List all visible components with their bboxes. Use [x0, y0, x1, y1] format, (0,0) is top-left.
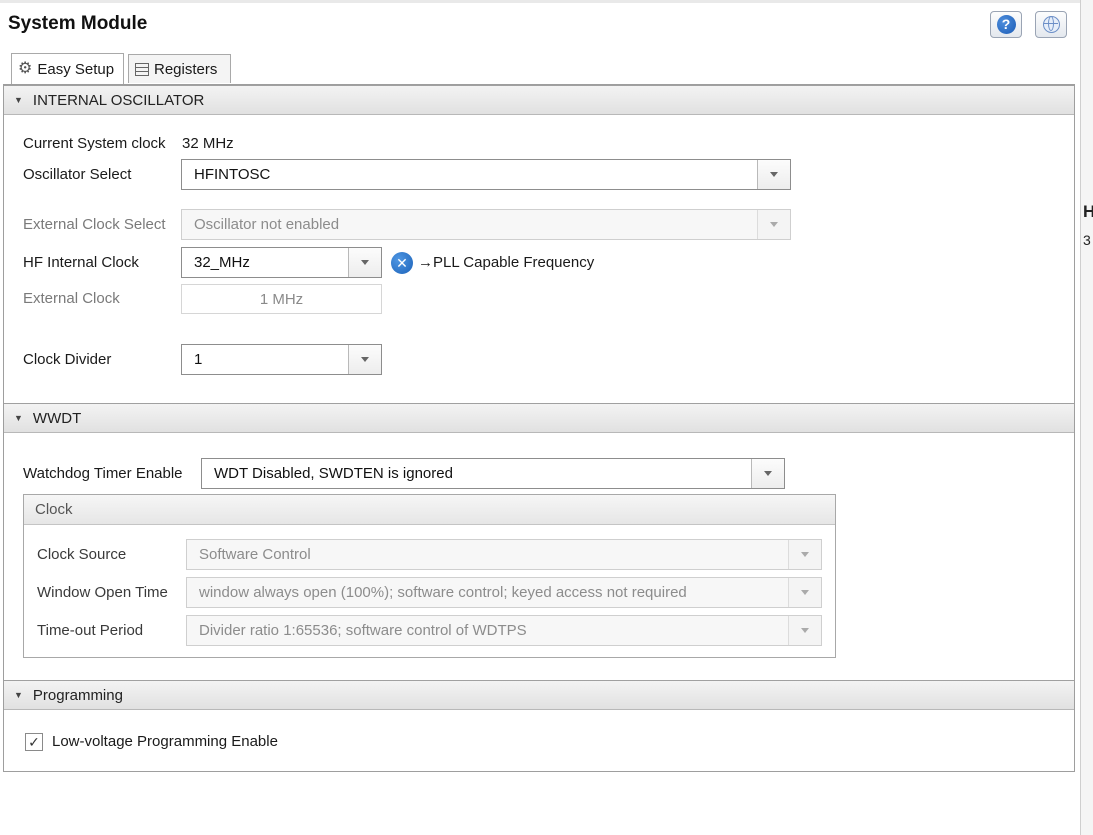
- section-header-internal-oscillator[interactable]: ▼ INTERNAL OSCILLATOR: [4, 85, 1074, 115]
- clock-group-title: Clock: [35, 501, 73, 518]
- timeout-period-value: Divider ratio 1:65536; software control …: [199, 622, 527, 639]
- current-system-clock-label: Current System clock: [23, 135, 166, 152]
- help-icon: ?: [996, 15, 1016, 34]
- web-help-button[interactable]: [1035, 11, 1067, 38]
- section-header-programming[interactable]: ▼ Programming: [4, 680, 1074, 710]
- watchdog-timer-enable-dropdown[interactable]: WDT Disabled, SWDTEN is ignored: [201, 458, 785, 489]
- external-clock-label: External Clock: [23, 290, 120, 307]
- tab-easy-setup-label: Easy Setup: [37, 60, 115, 78]
- clock-source-dropdown: Software Control: [186, 539, 822, 570]
- external-clock-select-label: External Clock Select: [23, 216, 166, 233]
- low-voltage-programming-checkbox[interactable]: ✓: [25, 733, 43, 751]
- oscillator-select-value: HFINTOSC: [194, 166, 271, 183]
- check-icon: ✓: [28, 734, 40, 750]
- current-system-clock-value: 32 MHz: [182, 135, 234, 152]
- tab-registers-label: Registers: [154, 60, 218, 78]
- dropdown-arrow-icon: [788, 540, 821, 569]
- window-open-time-dropdown: window always open (100%); software cont…: [186, 577, 822, 608]
- section-header-wwdt[interactable]: ▼ WWDT: [4, 403, 1074, 433]
- collapse-triangle-icon: ▼: [14, 413, 23, 423]
- timeout-period-dropdown: Divider ratio 1:65536; software control …: [186, 615, 822, 646]
- tab-easy-setup[interactable]: ⚙ Easy Setup: [11, 53, 124, 84]
- clock-group-header: Clock: [24, 495, 835, 525]
- section-title: Programming: [32, 686, 123, 704]
- section-title: INTERNAL OSCILLATOR: [32, 91, 205, 109]
- oscillator-select-label: Oscillator Select: [23, 166, 132, 183]
- gear-icon: ⚙: [18, 60, 33, 77]
- low-voltage-programming-label: Low-voltage Programming Enable: [52, 733, 278, 750]
- section-title: WWDT: [32, 409, 82, 427]
- pll-capable-frequency-note: →PLL Capable Frequency: [418, 254, 595, 271]
- dropdown-arrow-icon[interactable]: [348, 248, 381, 277]
- hf-internal-clock-label: HF Internal Clock: [23, 254, 139, 271]
- side-panel-fragment: H: [1083, 202, 1093, 221]
- clock-divider-dropdown[interactable]: 1: [181, 344, 382, 375]
- dropdown-arrow-icon[interactable]: [751, 459, 784, 488]
- watchdog-timer-enable-label: Watchdog Timer Enable: [23, 465, 183, 482]
- help-button[interactable]: ?: [990, 11, 1022, 38]
- dropdown-arrow-icon[interactable]: [348, 345, 381, 374]
- hf-internal-clock-dropdown[interactable]: 32_MHz: [181, 247, 382, 278]
- dropdown-arrow-icon[interactable]: [757, 160, 790, 189]
- close-circle-icon: ✕: [391, 252, 413, 274]
- oscillator-select-dropdown[interactable]: HFINTOSC: [181, 159, 791, 190]
- window-title: System Module: [8, 13, 148, 34]
- timeout-period-label: Time-out Period: [37, 622, 144, 639]
- side-panel-fragment: 3: [1083, 232, 1091, 248]
- clock-source-value: Software Control: [199, 546, 311, 563]
- external-clock-select-value: Oscillator not enabled: [194, 216, 340, 233]
- window-open-time-label: Window Open Time: [37, 584, 168, 601]
- dropdown-arrow-icon: [757, 210, 790, 239]
- watchdog-timer-enable-value: WDT Disabled, SWDTEN is ignored: [214, 465, 453, 482]
- clock-divider-value: 1: [194, 351, 203, 368]
- external-clock-value: 1 MHz: [259, 290, 304, 308]
- dropdown-arrow-icon: [788, 616, 821, 645]
- vertical-scrollbar[interactable]: [1080, 0, 1093, 835]
- globe-icon: [1042, 16, 1060, 33]
- external-clock-input: 1 MHz: [181, 284, 382, 314]
- collapse-triangle-icon: ▼: [14, 690, 23, 700]
- hf-internal-clock-value: 32_MHz: [194, 254, 250, 271]
- dropdown-arrow-icon: [788, 578, 821, 607]
- window-open-time-value: window always open (100%); software cont…: [199, 584, 687, 601]
- clock-source-label: Clock Source: [37, 546, 127, 563]
- clock-divider-label: Clock Divider: [23, 351, 112, 368]
- registers-icon: [135, 62, 149, 76]
- collapse-triangle-icon: ▼: [14, 95, 23, 105]
- external-clock-select-dropdown: Oscillator not enabled: [181, 209, 791, 240]
- window-top-border: [0, 0, 1080, 3]
- tab-registers[interactable]: Registers: [128, 54, 231, 83]
